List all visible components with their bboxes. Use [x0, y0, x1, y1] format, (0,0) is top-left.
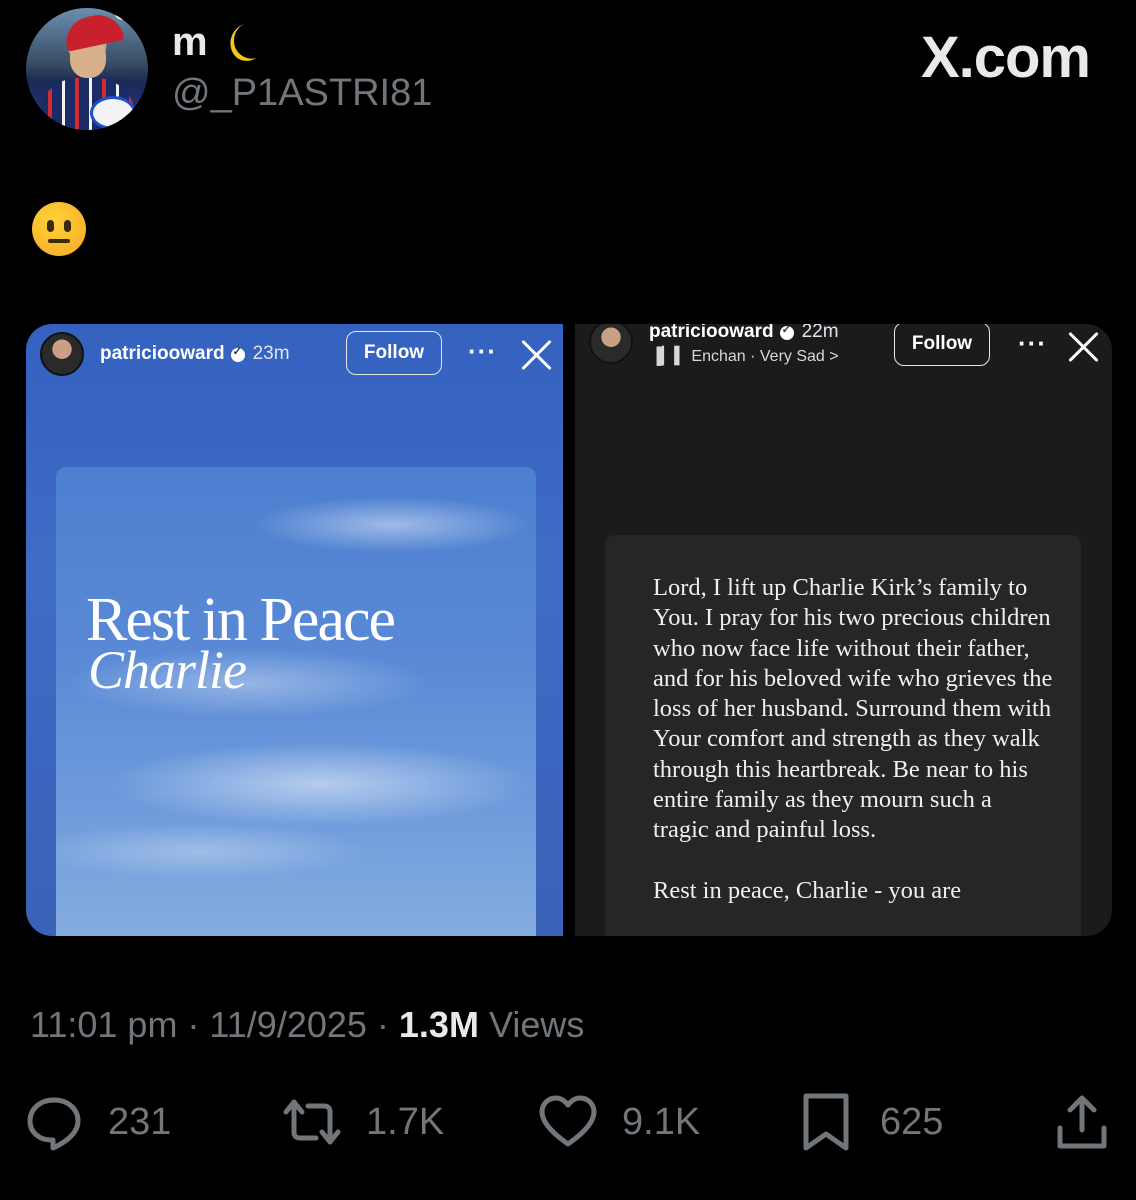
timestamp[interactable]: 11:01 pm · 11/9/2025 ·	[30, 1004, 399, 1045]
story-time: 22m	[801, 324, 839, 342]
prayer-paragraph: Lord, I lift up Charlie Kirk’s family to…	[653, 574, 1053, 844]
neutral-face-emoji-icon	[32, 202, 86, 256]
prayer-paragraph: Rest in peace, Charlie - you are	[653, 876, 962, 904]
like-count: 9.1K	[622, 1100, 701, 1143]
more-options-icon[interactable]: ···	[1018, 328, 1047, 359]
prayer-text: Lord, I lift up Charlie Kirk’s family to…	[653, 573, 1053, 906]
music-bars-icon: ▐▏▍	[651, 348, 692, 365]
like-button[interactable]: 9.1K	[538, 1092, 700, 1152]
repost-button[interactable]: 1.7K	[282, 1092, 444, 1152]
story-avatar	[589, 324, 633, 364]
repost-count: 1.7K	[366, 1100, 445, 1143]
rip-image-card: Rest in Peace Charlie	[56, 467, 536, 936]
share-button[interactable]	[1052, 1092, 1112, 1152]
music-label: Enchan · Very Sad >	[691, 348, 839, 365]
tweet-metadata: 11:01 pm · 11/9/2025 · 1.3M Views	[30, 1004, 584, 1046]
story-time: 23m	[252, 343, 290, 364]
story-username: patriciooward	[649, 324, 774, 342]
follow-button[interactable]: Follow	[894, 324, 990, 366]
close-icon[interactable]	[1067, 330, 1101, 364]
views-count[interactable]: 1.3M	[399, 1004, 479, 1045]
more-options-icon[interactable]: ···	[468, 336, 497, 367]
x-com-logo: X.com	[920, 25, 1091, 90]
verified-badge-icon	[779, 324, 794, 340]
close-icon[interactable]	[520, 338, 554, 372]
repost-arrows-icon	[283, 1099, 341, 1145]
views-label: Views	[478, 1004, 585, 1045]
story-screenshot-left[interactable]: patriciooward 23m Follow ··· Rest in Pea…	[26, 324, 563, 936]
story-avatar	[40, 332, 84, 376]
follow-button[interactable]: Follow	[346, 331, 442, 375]
share-upload-icon	[1057, 1095, 1107, 1149]
crescent-moon-icon	[230, 23, 256, 61]
tweet-media[interactable]: patriciooward 23m Follow ··· Rest in Pea…	[26, 324, 1112, 936]
display-name-text: m	[172, 20, 208, 64]
reply-count: 231	[108, 1100, 172, 1143]
santa-hat	[61, 10, 125, 52]
display-name[interactable]: m	[172, 20, 258, 65]
bookmark-button[interactable]: 625	[796, 1092, 943, 1152]
profile-avatar[interactable]	[26, 8, 148, 130]
rip-name: Charlie	[88, 640, 247, 700]
bookmark-count: 625	[880, 1100, 944, 1143]
prayer-text-card: Lord, I lift up Charlie Kirk’s family to…	[605, 535, 1081, 936]
story-music[interactable]: ▐▏▍ Enchan · Very Sad >	[651, 346, 839, 366]
speech-bubble-icon	[27, 1097, 81, 1151]
verified-badge-icon	[230, 345, 245, 362]
user-handle[interactable]: @_P1ASTRI81	[172, 72, 432, 115]
avatar-inset	[90, 96, 136, 130]
heart-icon	[539, 1095, 597, 1147]
bookmark-icon	[803, 1093, 849, 1151]
reply-button[interactable]: 231	[24, 1092, 171, 1152]
story-screenshot-right[interactable]: patriciooward 22m ▐▏▍ Enchan · Very Sad …	[575, 324, 1112, 936]
story-username: patriciooward	[100, 343, 225, 364]
